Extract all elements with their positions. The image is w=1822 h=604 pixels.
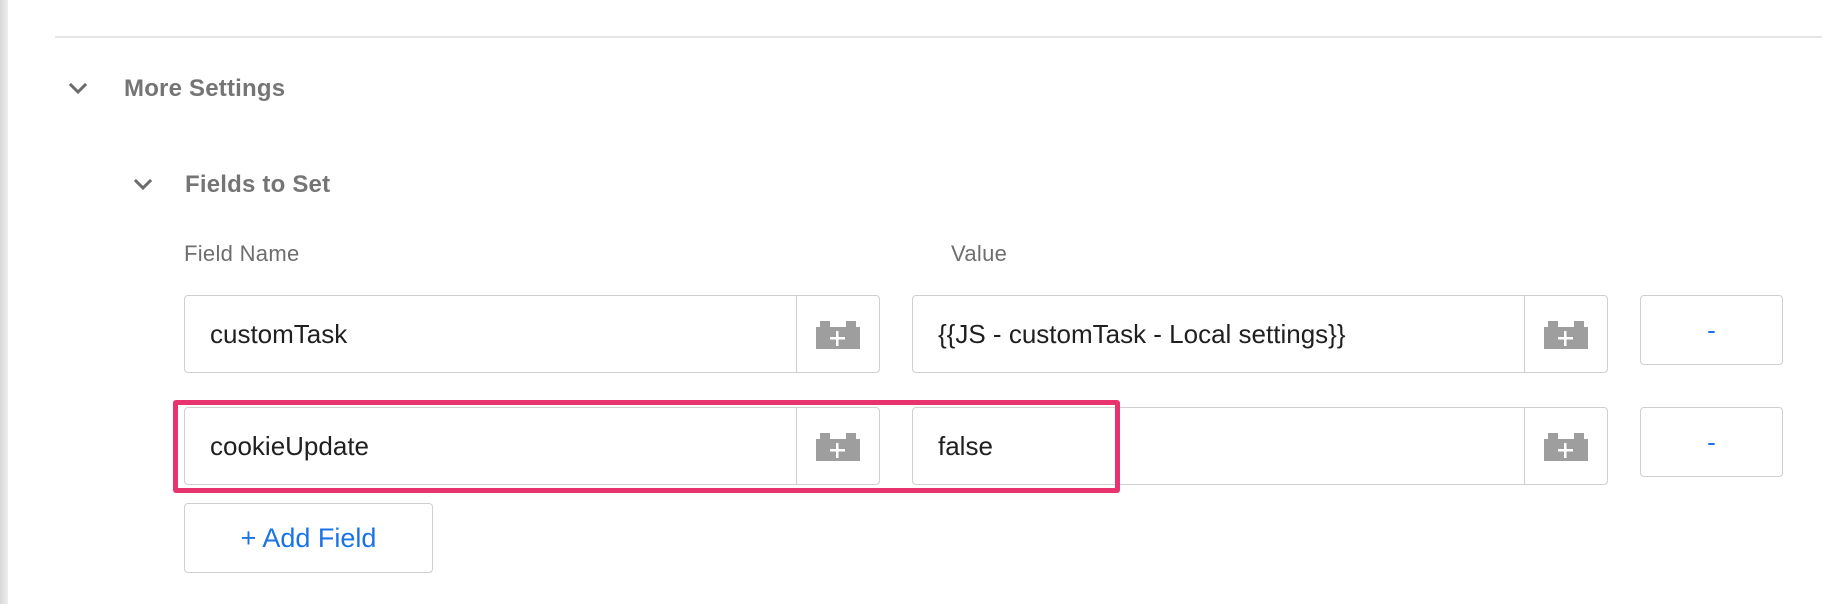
add-field-button[interactable]: + Add Field xyxy=(184,503,433,573)
variable-picker-icon xyxy=(1544,321,1588,349)
variable-picker-icon xyxy=(1544,433,1588,461)
chevron-down-icon xyxy=(68,82,88,95)
field-name-text[interactable]: cookieUpdate xyxy=(185,408,796,484)
value-column-label: Value xyxy=(951,241,1008,266)
value-input[interactable]: false xyxy=(912,407,1608,485)
fields-to-set-title: Fields to Set xyxy=(185,171,331,198)
chevron-down-icon xyxy=(133,178,153,191)
top-divider xyxy=(55,36,1822,38)
value-input[interactable]: {{JS - customTask - Local settings}} xyxy=(912,295,1608,373)
variable-picker-icon xyxy=(816,433,860,461)
value-text[interactable]: false xyxy=(913,408,1524,484)
value-text[interactable]: {{JS - customTask - Local settings}} xyxy=(913,296,1524,372)
variable-picker-button[interactable] xyxy=(796,408,879,484)
left-edge-shadow xyxy=(0,0,8,604)
more-settings-title: More Settings xyxy=(124,75,286,102)
field-name-text[interactable]: customTask xyxy=(185,296,796,372)
variable-picker-icon xyxy=(816,321,860,349)
field-name-input[interactable]: cookieUpdate xyxy=(184,407,880,485)
more-settings-toggle[interactable]: More Settings xyxy=(66,75,285,103)
variable-picker-button[interactable] xyxy=(1524,296,1607,372)
fields-to-set-toggle[interactable]: Fields to Set xyxy=(131,171,330,199)
page: More Settings Fields to Set Field Name V… xyxy=(0,0,1822,604)
remove-row-button[interactable]: - xyxy=(1640,295,1783,365)
variable-picker-button[interactable] xyxy=(1524,408,1607,484)
remove-row-button[interactable]: - xyxy=(1640,407,1783,477)
field-name-input[interactable]: customTask xyxy=(184,295,880,373)
field-name-column-label: Field Name xyxy=(184,241,300,266)
variable-picker-button[interactable] xyxy=(796,296,879,372)
